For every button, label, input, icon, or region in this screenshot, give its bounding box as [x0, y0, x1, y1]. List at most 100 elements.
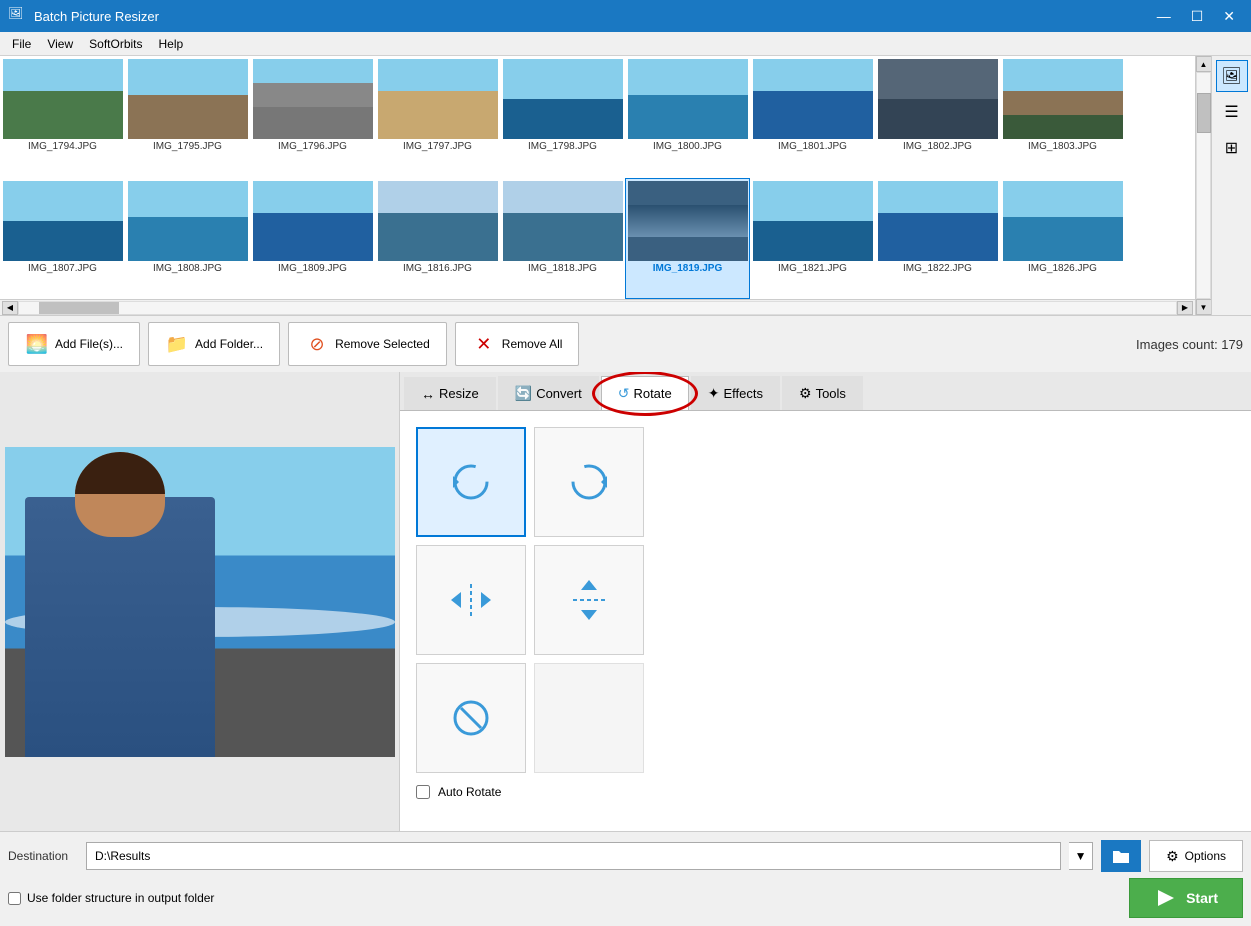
thumb-label-1818: IMG_1818.JPG: [503, 263, 623, 274]
thumb-IMG_1796[interactable]: IMG_1796.JPG: [250, 56, 375, 178]
flip-horizontal-button[interactable]: [416, 545, 526, 655]
thumb-IMG_1808[interactable]: IMG_1808.JPG: [125, 178, 250, 300]
tab-resize[interactable]: ↔ Resize: [404, 377, 496, 410]
destination-dropdown-btn[interactable]: ▼: [1069, 842, 1093, 870]
scrollbar-track[interactable]: [1196, 72, 1211, 299]
thumb-img-1797: [378, 59, 498, 139]
thumb-IMG_1818[interactable]: IMG_1818.JPG: [500, 178, 625, 300]
scroll-right-btn[interactable]: ▶: [1177, 301, 1193, 315]
image-thumbnails: IMG_1794.JPG IMG_1795.JPG IMG_1796.JPG I…: [0, 56, 1195, 315]
thumb-label-1798: IMG_1798.JPG: [503, 141, 623, 152]
app-title: Batch Picture Resizer: [34, 9, 1149, 24]
destination-row: Destination ▼ ⚙ Options: [8, 840, 1243, 872]
scrollbar-down-btn[interactable]: ▼: [1196, 299, 1212, 315]
menu-help[interactable]: Help: [151, 35, 192, 53]
add-folder-button[interactable]: 📁 Add Folder...: [148, 322, 280, 366]
gear-icon: ⚙: [1166, 848, 1179, 865]
thumb-img-1821: [753, 181, 873, 261]
start-label: Start: [1186, 890, 1218, 906]
thumbnail-view-btn[interactable]: 🖼: [1216, 60, 1248, 92]
destination-input[interactable]: [86, 842, 1061, 870]
folder-open-icon: [1111, 846, 1131, 866]
effects-tab-icon: ✦: [708, 385, 720, 402]
folder-structure-label[interactable]: Use folder structure in output folder: [27, 891, 214, 905]
thumb-IMG_1794[interactable]: IMG_1794.JPG: [0, 56, 125, 178]
rotate-tab-icon: ↺: [618, 385, 630, 402]
list-view-btn[interactable]: ☰: [1216, 96, 1248, 128]
thumb-label-1795: IMG_1795.JPG: [128, 141, 248, 152]
thumb-IMG_1801[interactable]: IMG_1801.JPG: [750, 56, 875, 178]
close-button[interactable]: ✕: [1215, 7, 1243, 25]
thumb-label-1801: IMG_1801.JPG: [753, 141, 873, 152]
add-folder-label: Add Folder...: [195, 337, 263, 351]
thumb-img-1826: [1003, 181, 1123, 261]
remove-selected-button[interactable]: ⊘ Remove Selected: [288, 322, 447, 366]
rotate-ccw-icon: [447, 458, 495, 506]
thumb-IMG_1819[interactable]: IMG_1819.JPG: [625, 178, 750, 300]
thumb-IMG_1802[interactable]: IMG_1802.JPG: [875, 56, 1000, 178]
rotate-empty-slot: [534, 663, 644, 773]
auto-rotate-checkbox[interactable]: [416, 785, 430, 799]
rotate-buttons-grid: [416, 427, 1235, 773]
thumb-label-1796: IMG_1796.JPG: [253, 141, 373, 152]
convert-tab-icon: 🔄: [515, 385, 532, 402]
options-button[interactable]: ⚙ Options: [1149, 840, 1243, 872]
start-button[interactable]: Start: [1129, 878, 1243, 918]
scroll-track[interactable]: [18, 301, 1177, 315]
vertical-scrollbar: ▲ ▼: [1195, 56, 1211, 315]
convert-tab-label: Convert: [536, 386, 582, 401]
add-folder-icon: 📁: [165, 332, 189, 356]
scrollbar-up-btn[interactable]: ▲: [1196, 56, 1212, 72]
add-files-button[interactable]: 🌅 Add File(s)...: [8, 322, 140, 366]
menu-softorbits[interactable]: SoftOrbits: [81, 35, 150, 53]
menubar: File View SoftOrbits Help: [0, 32, 1251, 56]
thumb-label-1794: IMG_1794.JPG: [3, 141, 123, 152]
thumbnail-row-1: IMG_1794.JPG IMG_1795.JPG IMG_1796.JPG I…: [0, 56, 1195, 178]
grid-view-btn[interactable]: ⊞: [1216, 132, 1248, 164]
minimize-button[interactable]: —: [1149, 7, 1179, 25]
thumb-IMG_1795[interactable]: IMG_1795.JPG: [125, 56, 250, 178]
thumb-IMG_1798[interactable]: IMG_1798.JPG: [500, 56, 625, 178]
folder-structure-checkbox[interactable]: [8, 892, 21, 905]
menu-file[interactable]: File: [4, 35, 39, 53]
scroll-left-btn[interactable]: ◀: [2, 301, 18, 315]
thumb-IMG_1809[interactable]: IMG_1809.JPG: [250, 178, 375, 300]
thumb-IMG_1803[interactable]: IMG_1803.JPG: [1000, 56, 1125, 178]
remove-rotation-button[interactable]: [416, 663, 526, 773]
thumb-img-1803: [1003, 59, 1123, 139]
menu-view[interactable]: View: [39, 35, 81, 53]
rotate-cw-button[interactable]: [534, 427, 644, 537]
tab-effects[interactable]: ✦ Effects: [691, 376, 780, 410]
thumbnail-row-2: IMG_1807.JPG IMG_1808.JPG IMG_1809.JPG I…: [0, 178, 1195, 300]
tab-tools[interactable]: ⚙ Tools: [782, 376, 863, 410]
auto-rotate-label[interactable]: Auto Rotate: [438, 785, 501, 799]
tools-tab-icon: ⚙: [799, 385, 812, 402]
thumb-label-1808: IMG_1808.JPG: [128, 263, 248, 274]
thumb-label-1800: IMG_1800.JPG: [628, 141, 748, 152]
thumb-IMG_1816[interactable]: IMG_1816.JPG: [375, 178, 500, 300]
thumb-img-1822: [878, 181, 998, 261]
app-icon: 🖼: [8, 6, 28, 26]
resize-tab-icon: ↔: [421, 386, 435, 402]
thumb-IMG_1826[interactable]: IMG_1826.JPG: [1000, 178, 1125, 300]
browse-folder-btn[interactable]: [1101, 840, 1141, 872]
window-controls: — ☐ ✕: [1149, 7, 1243, 25]
horizontal-scrollbar: ◀ ▶: [0, 299, 1195, 315]
tab-convert[interactable]: 🔄 Convert: [498, 376, 599, 410]
thumb-IMG_1807[interactable]: IMG_1807.JPG: [0, 178, 125, 300]
thumb-label-1803: IMG_1803.JPG: [1003, 141, 1123, 152]
rotate-ccw-button[interactable]: [416, 427, 526, 537]
remove-all-button[interactable]: ✕ Remove All: [455, 322, 580, 366]
maximize-button[interactable]: ☐: [1183, 7, 1212, 25]
thumb-img-1794: [3, 59, 123, 139]
remove-rotation-icon: [447, 694, 495, 742]
preview-image: [5, 447, 395, 757]
thumb-img-1819: [628, 181, 748, 261]
thumb-IMG_1822[interactable]: IMG_1822.JPG: [875, 178, 1000, 300]
thumb-IMG_1800[interactable]: IMG_1800.JPG: [625, 56, 750, 178]
tab-rotate[interactable]: ↺ Rotate: [601, 376, 689, 410]
thumb-IMG_1797[interactable]: IMG_1797.JPG: [375, 56, 500, 178]
thumb-label-1802: IMG_1802.JPG: [878, 141, 998, 152]
flip-vertical-button[interactable]: [534, 545, 644, 655]
thumb-IMG_1821[interactable]: IMG_1821.JPG: [750, 178, 875, 300]
